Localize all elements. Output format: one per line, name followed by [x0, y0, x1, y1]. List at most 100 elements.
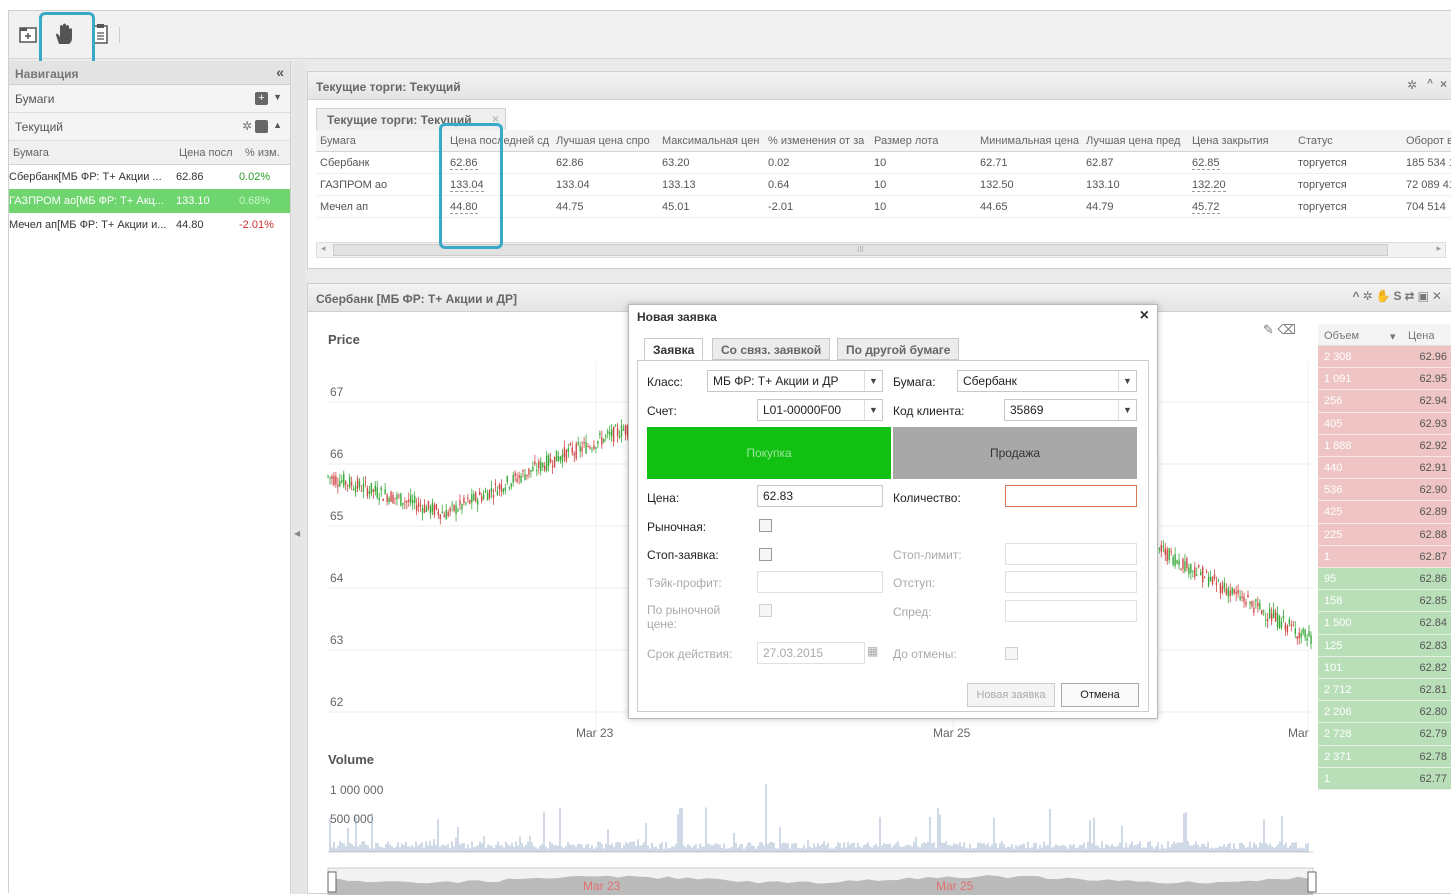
scroll-right-icon[interactable]: ▸: [1436, 243, 1441, 254]
ask-row[interactable]: 536 62.90: [1318, 479, 1451, 502]
spread-input[interactable]: [1005, 600, 1137, 622]
nav-col-price[interactable]: Цена посл: [179, 147, 233, 159]
trades-col-header[interactable]: Размер лота: [874, 135, 976, 147]
trades-col-header[interactable]: Лучшая цена спро: [556, 135, 658, 147]
bid-row[interactable]: 125 62.83: [1318, 634, 1451, 657]
sell-button[interactable]: Продажа: [893, 427, 1137, 479]
new-order-button[interactable]: Новая заявка: [967, 683, 1055, 707]
book-col-volume[interactable]: Объем: [1324, 330, 1359, 342]
candle-body: [465, 502, 467, 504]
chevron-down-icon[interactable]: ▼: [273, 92, 282, 102]
account-select[interactable]: L01-00000F00 ▼: [757, 399, 883, 421]
trades-col-header[interactable]: Бумага: [320, 135, 446, 147]
quantity-input[interactable]: [1005, 485, 1137, 507]
close-icon[interactable]: ×: [1140, 307, 1149, 325]
splitter[interactable]: ◀: [292, 61, 306, 894]
buy-button[interactable]: Покупка: [647, 427, 891, 479]
ask-row[interactable]: 1 888 62.92: [1318, 434, 1451, 457]
collapse-icon[interactable]: «: [276, 64, 284, 80]
ask-row[interactable]: 405 62.93: [1318, 412, 1451, 435]
trades-col-header[interactable]: Максимальная цен: [662, 135, 764, 147]
ask-row[interactable]: 225 62.88: [1318, 523, 1451, 546]
price-input[interactable]: [757, 485, 883, 507]
candle-body: [526, 474, 528, 477]
new-window-icon[interactable]: [15, 21, 41, 47]
ask-row[interactable]: 425 62.89: [1318, 501, 1451, 524]
nav-col-security[interactable]: Бумага: [13, 147, 49, 159]
stop-order-checkbox[interactable]: [759, 548, 772, 561]
chevron-left-icon[interactable]: ◀: [294, 529, 300, 538]
candle-body: [618, 436, 621, 438]
trades-col-header[interactable]: Лучшая цена пред: [1086, 135, 1188, 147]
nav-list-item[interactable]: Сбербанк[МБ ФР: Т+ Акции ... 62.86 0.02%: [9, 165, 290, 189]
trades-col-header[interactable]: Цена закрытия: [1192, 135, 1294, 147]
trades-col-header[interactable]: Статус: [1298, 135, 1402, 147]
bid-row[interactable]: 95 62.86: [1318, 568, 1451, 591]
ask-row[interactable]: 1 091 62.95: [1318, 368, 1451, 391]
chevron-down-icon[interactable]: ▼: [1118, 371, 1136, 391]
cancel-button[interactable]: Отмена: [1061, 683, 1139, 707]
chevron-up-icon[interactable]: ^: [1427, 78, 1433, 89]
nav-col-change[interactable]: % изм.: [245, 147, 280, 159]
scroll-left-icon[interactable]: ◂: [321, 243, 326, 254]
bid-row[interactable]: 2 371 62.78: [1318, 745, 1451, 768]
book-price: 62.78: [1419, 750, 1447, 763]
trades-col-header[interactable]: Минимальная цена: [980, 135, 1082, 147]
client-select[interactable]: 35869 ▼: [1004, 399, 1137, 421]
bid-row[interactable]: 2 712 62.81: [1318, 679, 1451, 702]
by-market-checkbox[interactable]: [759, 604, 772, 617]
chevron-down-icon[interactable]: ▼: [1118, 400, 1136, 420]
ask-row[interactable]: 256 62.94: [1318, 390, 1451, 413]
bid-row[interactable]: 158 62.85: [1318, 590, 1451, 613]
candle-body: [544, 465, 546, 471]
ask-row[interactable]: 2 308 62.96: [1318, 346, 1451, 369]
stop-limit-input[interactable]: [1005, 543, 1137, 565]
bid-row[interactable]: 1 500 62.84: [1318, 612, 1451, 635]
trades-col-header[interactable]: Оборот в: [1406, 135, 1451, 147]
gear-icon[interactable]: ✲: [242, 119, 252, 133]
bid-row[interactable]: 101 62.82: [1318, 656, 1451, 679]
tab-order[interactable]: Заявка: [644, 338, 704, 360]
bid-row[interactable]: 1 62.77: [1318, 767, 1451, 790]
until-cancel-checkbox[interactable]: [1005, 647, 1018, 660]
security-select[interactable]: Сбербанк ▼: [957, 370, 1137, 392]
spread-label: Спред:: [893, 605, 932, 619]
ask-row[interactable]: 1 62.87: [1318, 545, 1451, 568]
nav-list-item[interactable]: ГАЗПРОМ ао[МБ ФР: Т+ Акц... 133.10 0.68%: [9, 189, 290, 213]
tab-other-security[interactable]: По другой бумаге: [837, 338, 960, 360]
chevron-down-icon[interactable]: ▼: [864, 371, 882, 391]
close-icon[interactable]: ×: [1440, 77, 1447, 91]
add-icon[interactable]: +: [255, 92, 268, 105]
chart-tools-icons[interactable]: ^✲✋S⇄▣✕: [1353, 289, 1445, 303]
candle-body: [451, 503, 453, 505]
candle-body: [534, 461, 536, 465]
offset-input[interactable]: [1005, 571, 1137, 593]
candle-body: [579, 445, 581, 452]
class-select[interactable]: МБ ФР: Т+ Акции и ДР ▼: [707, 370, 883, 392]
nav-current-row[interactable]: Текущий ✲ ▲: [9, 113, 290, 141]
chevron-up-icon[interactable]: ▲: [273, 120, 282, 130]
bid-row[interactable]: 2 728 62.79: [1318, 723, 1451, 746]
stop-order-label: Стоп-заявка:: [647, 548, 719, 562]
chevron-down-icon[interactable]: ▼: [864, 400, 882, 420]
tab-linked-order[interactable]: Со связ. заявкой: [712, 338, 831, 360]
candle-body: [1215, 582, 1218, 586]
ask-row[interactable]: 440 62.91: [1318, 457, 1451, 480]
book-col-price[interactable]: Цена: [1408, 330, 1434, 342]
take-profit-input[interactable]: [757, 571, 883, 593]
nav-securities-row[interactable]: Бумаги + ▼: [9, 85, 290, 113]
candle-body: [490, 488, 493, 492]
nav-list-item[interactable]: Мечел ап[МБ ФР: Т+ Акции и... 44.80 -2.0…: [9, 213, 290, 237]
candle-body: [561, 454, 564, 463]
minus-icon[interactable]: [255, 120, 268, 133]
expiry-input[interactable]: 27.03.2015: [757, 642, 865, 664]
class-value: МБ ФР: Т+ Акции и ДР: [713, 374, 839, 388]
bid-row[interactable]: 2 206 62.80: [1318, 701, 1451, 724]
market-checkbox[interactable]: [759, 519, 772, 532]
candle-body: [557, 456, 560, 462]
draw-icons[interactable]: ✎ ⌫: [1263, 322, 1296, 338]
candle-body: [376, 487, 378, 498]
calendar-icon[interactable]: ▦: [867, 644, 878, 658]
trades-col-header[interactable]: % изменения от за: [768, 135, 870, 147]
gear-icon[interactable]: ✲: [1407, 78, 1417, 92]
